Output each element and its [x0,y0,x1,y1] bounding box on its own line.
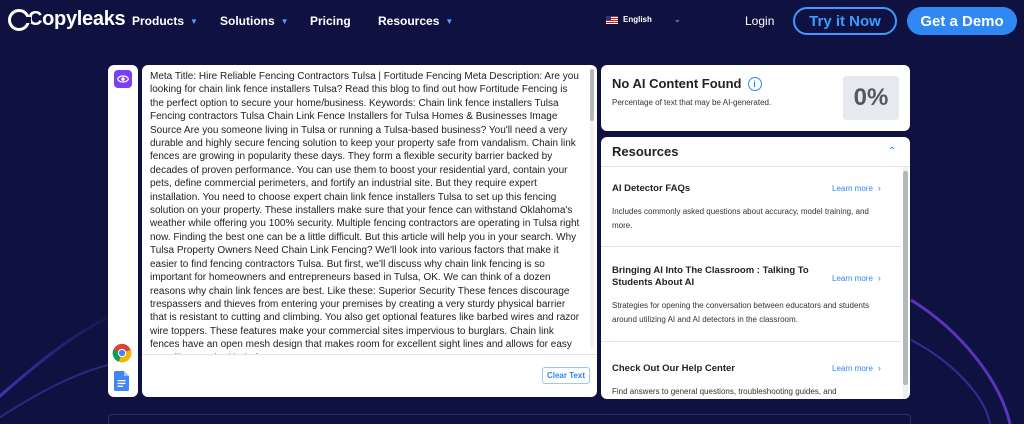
divider [142,354,597,355]
nav-solutions-label: Solutions [220,14,275,28]
nav-solutions[interactable]: Solutions ▼ [220,14,289,28]
nav-pricing-label: Pricing [310,14,351,28]
clear-text-button[interactable]: Clear Text [542,367,590,384]
text-input-panel: Meta Title: Hire Reliable Fencing Contra… [142,65,597,397]
result-title-text: No AI Content Found [612,76,742,91]
text-input-area[interactable]: Meta Title: Hire Reliable Fencing Contra… [150,70,580,355]
nav-pricing[interactable]: Pricing [310,14,351,28]
learn-more-link[interactable]: Learn more › [832,183,881,193]
caret-down-icon: ▼ [280,16,289,26]
try-it-now-button[interactable]: Try it Now [793,7,897,35]
chrome-icon[interactable] [112,343,132,363]
logo-text: Copyleaks [28,8,126,30]
chevron-right-icon: › [877,183,881,193]
nav-resources[interactable]: Resources ▼ [378,14,453,28]
nav-resources-label: Resources [378,14,440,28]
ai-result-card: No AI Content Found i Percentage of text… [601,65,910,131]
resource-item-desc: Find answers to general questions, troub… [612,387,837,396]
resource-item-desc: Includes commonly asked questions about … [612,207,869,230]
logo-mark-icon [8,8,31,31]
tool-strip [108,65,138,397]
caret-down-icon: ▼ [445,16,454,26]
bottom-panel-edge [108,414,911,424]
resource-item: AI Detector FAQs Learn more › Includes c… [601,167,901,247]
copyleaks-logo[interactable]: Copyleaks [8,8,126,31]
language-label: English [623,15,652,24]
caret-down-icon: ▼ [190,16,198,26]
chevron-down-icon: ⌄ [674,15,681,24]
learn-more-link[interactable]: Learn more › [832,273,881,283]
resource-item: Check Out Our Help Center Learn more › F… [601,342,901,399]
resources-heading: Resources [612,144,679,159]
text-scrollbar-thumb[interactable] [590,69,594,121]
ai-percentage: 0% [843,76,899,120]
google-docs-icon[interactable] [114,371,129,391]
result-title: No AI Content Found i [612,76,762,91]
chevron-right-icon: › [877,273,881,283]
chevron-right-icon: › [877,363,881,373]
resource-item-title: Check Out Our Help Center [612,363,735,374]
login-link[interactable]: Login [745,14,774,28]
eye-icon [117,75,129,83]
resource-item-title: AI Detector FAQs [612,183,691,194]
language-selector[interactable]: English ⌄ [606,15,681,24]
learn-more-label: Learn more [832,273,873,283]
nav-products-label: Products [132,14,185,28]
preview-toggle-button[interactable] [114,70,132,88]
resources-panel: Resources ⌃ AI Detector FAQs Learn more … [601,137,910,399]
top-navigation: Copyleaks Products ▼ Solutions ▼ Pricing… [0,0,1024,42]
learn-more-label: Learn more [832,363,873,373]
resource-item: Bringing AI Into The Classroom : Talking… [601,247,901,342]
nav-products[interactable]: Products ▼ [132,14,198,28]
resources-header[interactable]: Resources [601,137,910,167]
resource-item-title: Bringing AI Into The Classroom : Talking… [612,265,809,288]
info-icon[interactable]: i [747,76,762,91]
get-a-demo-button[interactable]: Get a Demo [907,7,1017,35]
resource-item-desc: Strategies for opening the conversation … [612,301,870,324]
resources-scrollbar-thumb[interactable] [903,171,908,385]
us-flag-icon [606,15,618,24]
learn-more-label: Learn more [832,183,873,193]
chevron-up-icon[interactable]: ⌃ [888,146,896,157]
learn-more-link[interactable]: Learn more › [832,363,881,373]
result-subtitle: Percentage of text that may be AI-genera… [612,98,772,107]
